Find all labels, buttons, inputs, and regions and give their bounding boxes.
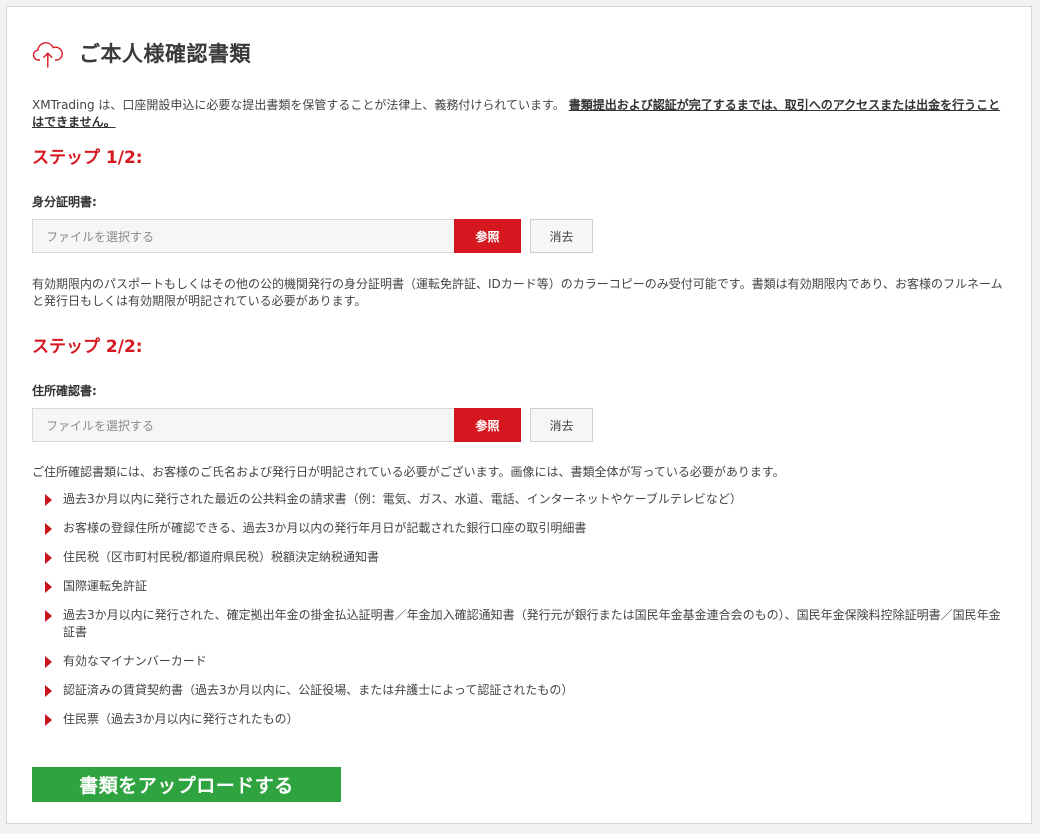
- list-item: 過去3か月以内に発行された最近の公共料金の請求書（例：電気、ガス、水道、電話、イ…: [32, 491, 1012, 508]
- bullet-arrow-icon: [45, 494, 52, 506]
- identity-browse-button[interactable]: 参照: [454, 219, 521, 253]
- identity-requirements-note: 有効期限内のパスポートもしくはその他の公的機関発行の身分証明書（運転免許証、ID…: [32, 277, 1003, 308]
- panel-header: ご本人様確認書類: [31, 33, 251, 73]
- identity-file-input[interactable]: ファイルを選択する: [32, 219, 454, 253]
- list-item: 認証済みの賃貸契約書（過去3か月以内に、公証役場、または弁護士によって認証された…: [32, 682, 1012, 699]
- bullet-arrow-icon: [45, 581, 52, 593]
- list-item: 過去3か月以内に発行された、確定拠出年金の掛金払込証明書／年金加入確認通知書（発…: [32, 607, 1012, 641]
- identity-document-label: 身分証明書:: [32, 195, 97, 209]
- address-browse-button[interactable]: 参照: [454, 408, 521, 442]
- bullet-arrow-icon: [45, 523, 52, 535]
- list-item: 国際運転免許証: [32, 578, 1012, 595]
- cloud-upload-icon: [32, 42, 63, 68]
- step-1-title: ステップ 1/2:: [32, 148, 143, 168]
- page-title: ご本人様確認書類: [79, 42, 251, 66]
- intro-statement: XMTrading は、口座開設申込に必要な提出書類を保管することが法律上、義務…: [32, 98, 565, 112]
- bullet-arrow-icon: [45, 610, 52, 622]
- intro-text: XMTrading は、口座開設申込に必要な提出書類を保管することが法律上、義務…: [32, 97, 1012, 131]
- identity-clear-button[interactable]: 消去: [530, 219, 593, 253]
- address-document-label: 住所確認書:: [32, 384, 97, 398]
- document-upload-panel: ご本人様確認書類 XMTrading は、口座開設申込に必要な提出書類を保管する…: [6, 6, 1032, 824]
- bullet-arrow-icon: [45, 714, 52, 726]
- bullet-arrow-icon: [45, 552, 52, 564]
- upload-documents-button[interactable]: 書類をアップロードする: [32, 767, 341, 802]
- list-item: お客様の登録住所が確認できる、過去3か月以内の発行年月日が記載された銀行口座の取…: [32, 520, 1012, 537]
- step-2-title: ステップ 2/2:: [32, 337, 143, 357]
- accepted-address-documents-list: 過去3か月以内に発行された最近の公共料金の請求書（例：電気、ガス、水道、電話、イ…: [32, 491, 1012, 740]
- bullet-arrow-icon: [45, 656, 52, 668]
- list-item: 住民税（区市町村民税/都道府県民税）税額決定納税通知書: [32, 549, 1012, 566]
- address-clear-button[interactable]: 消去: [530, 408, 593, 442]
- address-file-input[interactable]: ファイルを選択する: [32, 408, 454, 442]
- address-requirements-note: ご住所確認書類には、お客様のご氏名および発行日が明記されている必要がございます。…: [32, 465, 785, 479]
- list-item: 住民票（過去3か月以内に発行されたもの）: [32, 711, 1012, 728]
- list-item: 有効なマイナンバーカード: [32, 653, 1012, 670]
- identity-file-row: ファイルを選択する 参照 消去: [32, 219, 593, 253]
- address-file-row: ファイルを選択する 参照 消去: [32, 408, 593, 442]
- bullet-arrow-icon: [45, 685, 52, 697]
